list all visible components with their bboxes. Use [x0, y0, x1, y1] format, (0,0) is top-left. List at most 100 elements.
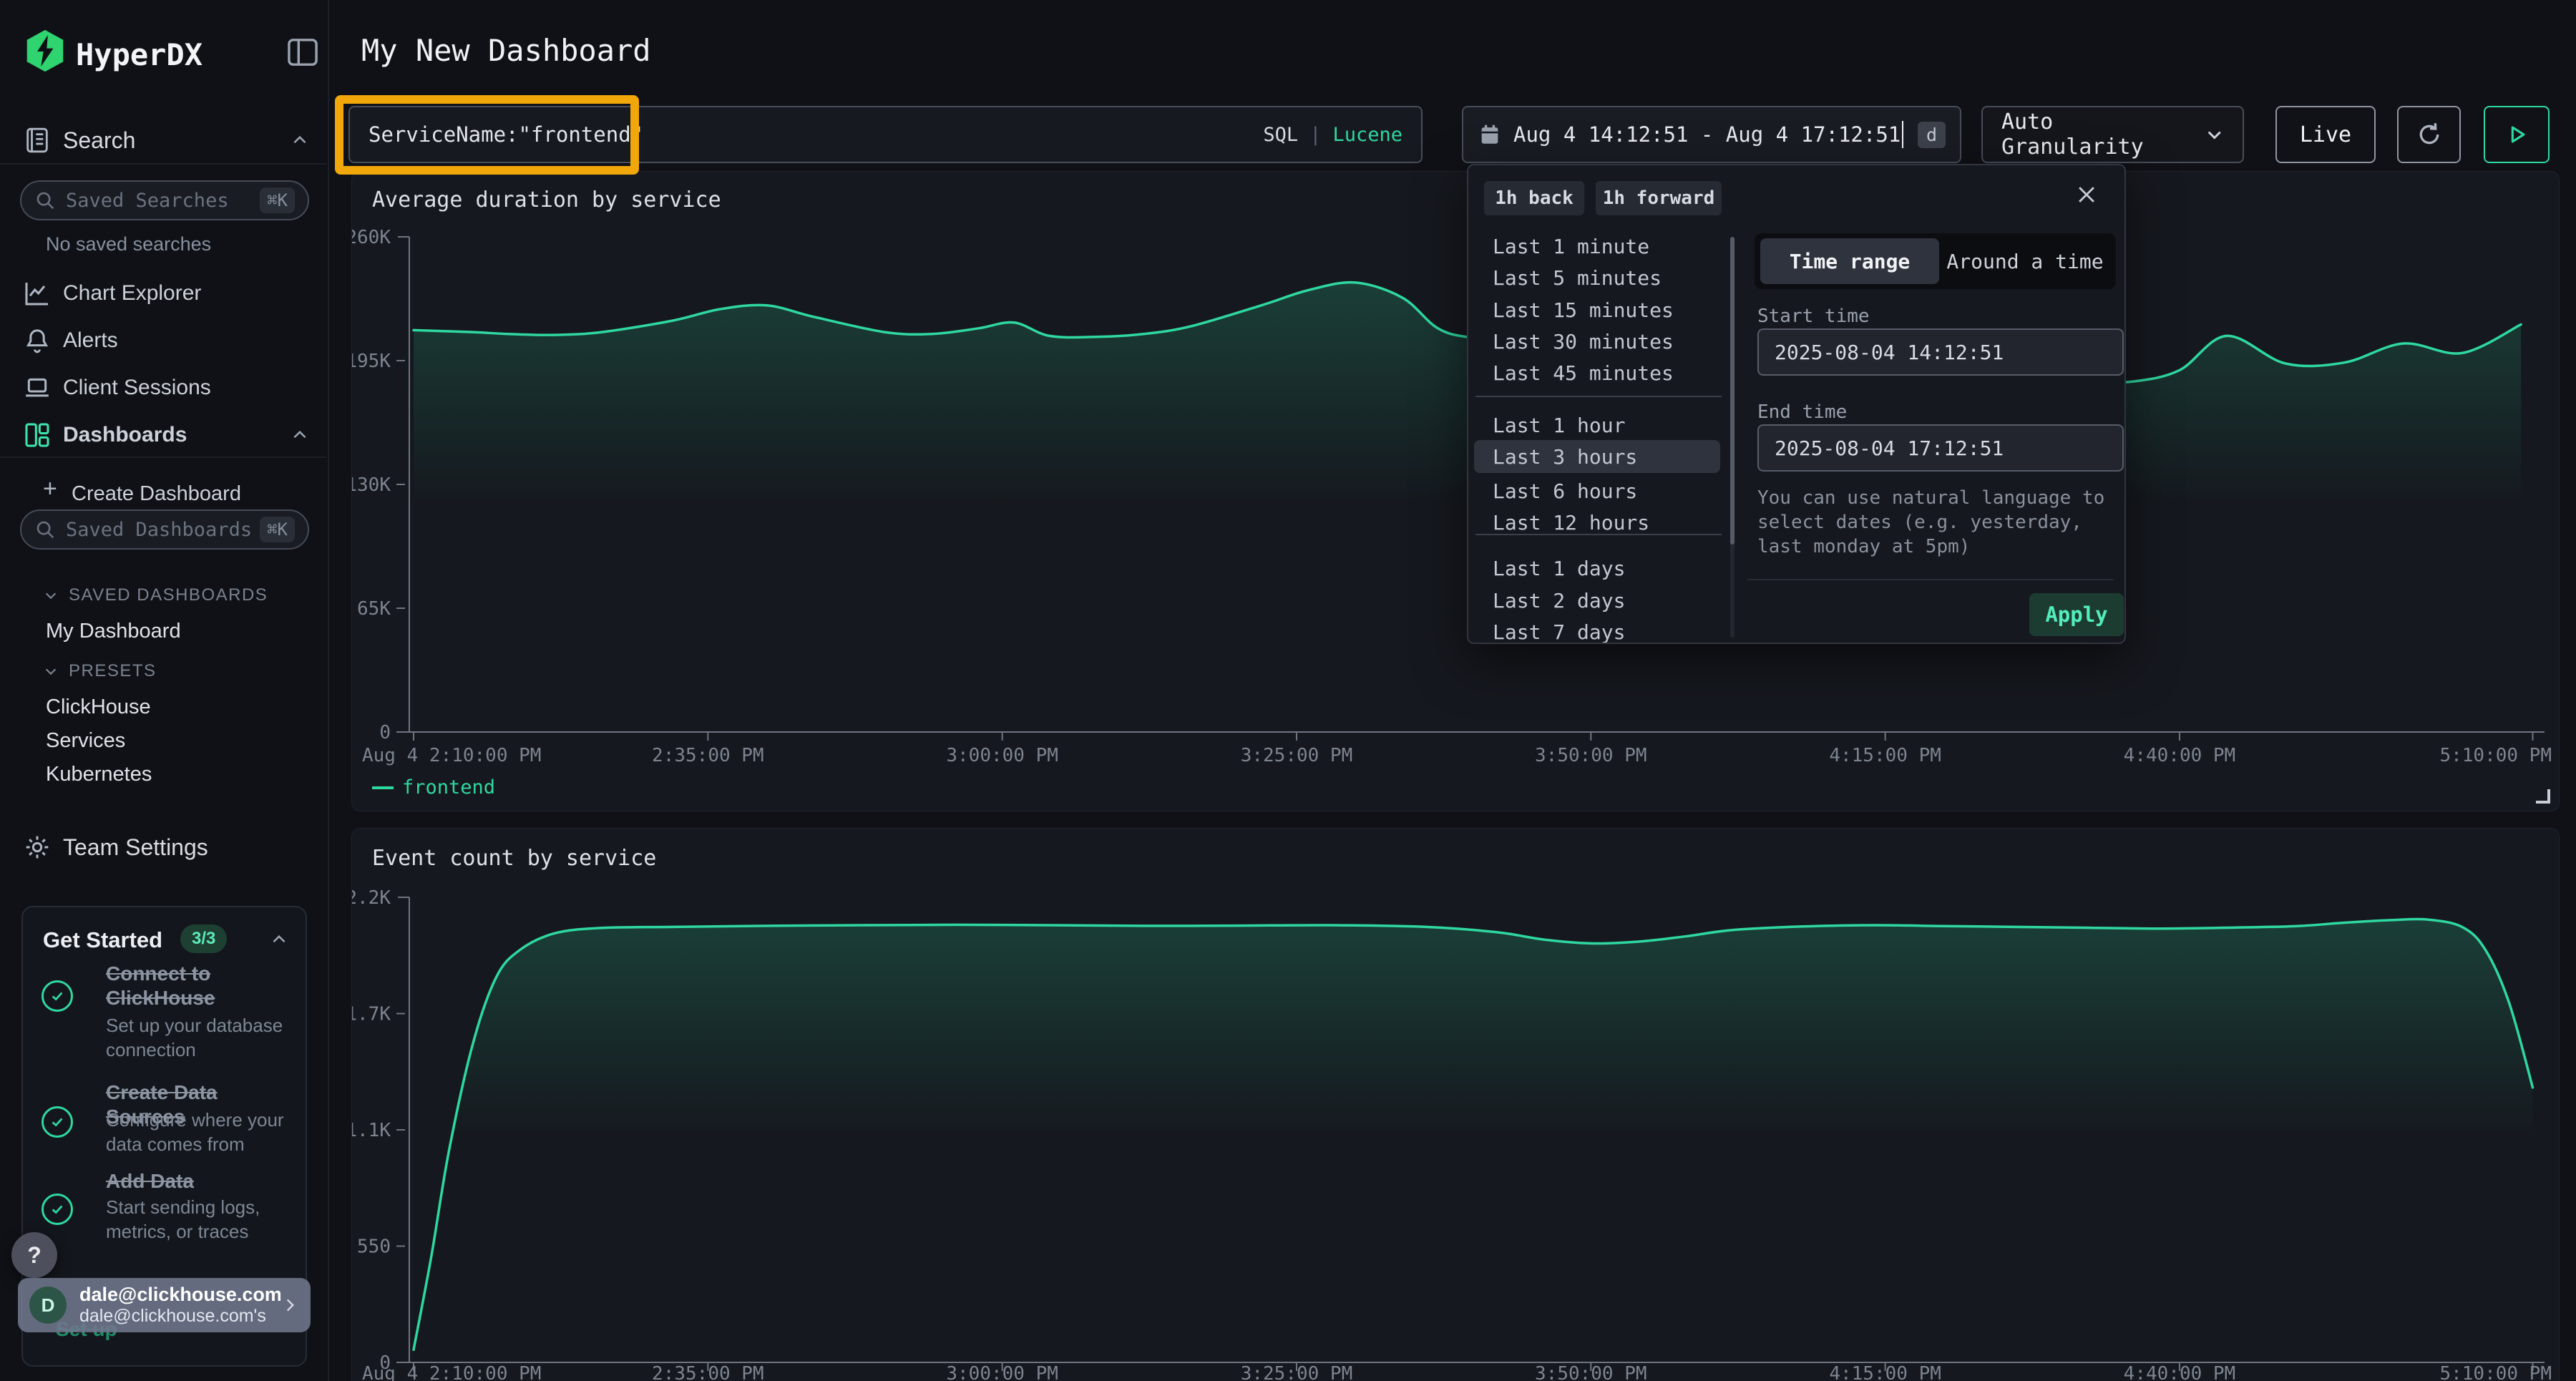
refresh-button[interactable] — [2397, 106, 2461, 163]
divider — [0, 457, 326, 458]
user-subtitle: dale@clickhouse.com's — [79, 1306, 280, 1327]
live-button[interactable]: Live — [2275, 106, 2376, 163]
sidebar-item-label: Chart Explorer — [63, 281, 201, 306]
svg-text:4:40:00 PM: 4:40:00 PM — [2124, 1363, 2236, 1381]
time-preset-item[interactable]: Last 15 minutes — [1474, 293, 1720, 326]
sidebar-item-client-sessions[interactable]: Client Sessions — [0, 368, 328, 408]
time-range-input[interactable]: Aug 4 14:12:51 - Aug 4 17:12:51 d — [1462, 106, 1961, 163]
svg-text:1.1K: 1.1K — [352, 1120, 391, 1141]
svg-text:130K: 130K — [352, 474, 391, 496]
shortcut-badge: d — [1918, 122, 1946, 148]
svg-text:3:25:00 PM: 3:25:00 PM — [1241, 1363, 1353, 1381]
chevron-up-icon[interactable] — [270, 930, 288, 949]
tab-around-a-time[interactable]: Around a time — [1939, 238, 2111, 284]
sidebar-item-services[interactable]: Services — [46, 729, 125, 753]
divider — [1475, 534, 1722, 535]
time-preset-item[interactable]: Last 5 minutes — [1474, 261, 1720, 294]
tab-time-range[interactable]: Time range — [1760, 238, 1939, 284]
saved-dashboards-section-header[interactable]: SAVED DASHBOARDS — [43, 585, 268, 605]
line-chart[interactable]: 065K130K195K260KAug 4 2:10:00 PM2:35:00 … — [352, 172, 2560, 812]
svg-text:4:15:00 PM: 4:15:00 PM — [1829, 745, 1941, 766]
sidebar-item-team-settings[interactable]: Team Settings — [0, 827, 328, 867]
help-button[interactable]: ? — [11, 1232, 57, 1278]
sidebar-item-clickhouse[interactable]: ClickHouse — [46, 696, 151, 719]
time-preset-item-selected[interactable]: Last 3 hours — [1474, 440, 1720, 473]
chevron-down-icon — [2205, 125, 2224, 145]
apply-button[interactable]: Apply — [2029, 593, 2124, 636]
end-time-input[interactable]: 2025-08-04 17:12:51 — [1757, 424, 2124, 472]
section-header-label: PRESETS — [69, 661, 157, 681]
natural-language-hint: You can use natural language to select d… — [1757, 486, 2124, 559]
chevron-down-icon — [43, 587, 59, 603]
shortcut-badge: ⌘K — [260, 517, 295, 542]
avatar: D — [29, 1287, 67, 1324]
svg-text:2:35:00 PM: 2:35:00 PM — [652, 1363, 764, 1381]
check-circle-icon — [42, 1106, 73, 1138]
time-mode-tabs: Time range Around a time — [1755, 233, 2116, 289]
sidebar-item-kubernetes[interactable]: Kubernetes — [46, 763, 152, 786]
presets-section-header[interactable]: PRESETS — [43, 661, 157, 681]
brand-name: HyperDX — [76, 37, 203, 72]
team-settings-label: Team Settings — [63, 834, 208, 861]
svg-text:260K: 260K — [352, 227, 391, 248]
svg-text:0: 0 — [379, 722, 391, 743]
shortcut-badge: ⌘K — [260, 187, 295, 213]
checklist-item-title[interactable]: Connect to ClickHouse — [106, 962, 270, 1010]
svg-text:1.7K: 1.7K — [352, 1004, 391, 1025]
page-title: My New Dashboard — [361, 33, 651, 68]
run-query-button[interactable] — [2484, 106, 2550, 163]
close-icon[interactable] — [2074, 182, 2099, 207]
search-icon — [34, 190, 56, 211]
end-time-label: End time — [1757, 401, 1847, 423]
sidebar-item-dashboards[interactable]: Dashboards — [0, 415, 328, 455]
start-time-label: Start time — [1757, 306, 1870, 327]
filter-query-input[interactable]: ServiceName:"frontend" SQL | Lucene — [348, 106, 1423, 163]
section-header-label: SAVED DASHBOARDS — [69, 585, 268, 605]
start-time-input[interactable]: 2025-08-04 14:12:51 — [1757, 328, 2124, 376]
svg-text:65K: 65K — [357, 598, 391, 620]
user-account-chip[interactable]: D dale@clickhouse.com dale@clickhouse.co… — [18, 1278, 311, 1332]
scrollbar-thumb[interactable] — [1730, 237, 1735, 545]
sidebar-item-chart-explorer[interactable]: Chart Explorer — [0, 273, 328, 313]
granularity-select[interactable]: Auto Granularity — [1981, 106, 2244, 163]
line-chart[interactable]: 05501.1K1.7K2.2KAug 4 2:10:00 PM2:35:00 … — [352, 829, 2560, 1381]
sidebar-item-alerts[interactable]: Alerts — [0, 321, 328, 361]
play-icon — [2504, 122, 2529, 147]
mode-sql-toggle[interactable]: SQL — [1263, 124, 1298, 146]
chevron-up-icon — [291, 426, 309, 444]
shift-back-button[interactable]: 1h back — [1484, 181, 1584, 215]
chart-legend[interactable]: frontend — [372, 776, 495, 799]
chevron-up-icon — [291, 131, 309, 150]
saved-searches-input[interactable]: Saved Searches ⌘K — [20, 180, 309, 220]
svg-text:5:10:00 PM: 5:10:00 PM — [2439, 745, 2552, 766]
time-preset-item[interactable]: Last 2 days — [1474, 584, 1720, 617]
resize-grip-icon[interactable] — [2536, 789, 2550, 804]
saved-dashboards-input[interactable]: Saved Dashboards ⌘K — [20, 509, 309, 550]
sidebar-item-create-dashboard[interactable]: + Create Dashboard — [0, 474, 328, 514]
laptop-icon — [23, 374, 52, 402]
time-range-value: Aug 4 14:12:51 - Aug 4 17:12:51 — [1513, 122, 1901, 147]
svg-text:4:40:00 PM: 4:40:00 PM — [2124, 745, 2236, 766]
time-preset-item[interactable]: Last 45 minutes — [1474, 356, 1720, 389]
chevron-down-icon — [43, 663, 59, 679]
legend-swatch — [372, 786, 394, 789]
time-preset-item[interactable]: Last 30 minutes — [1474, 325, 1720, 358]
sidebar-item-my-dashboard[interactable]: My Dashboard — [46, 620, 181, 643]
refresh-icon — [2415, 120, 2444, 149]
chart-card-avg-duration: Average duration by service 065K130K195K… — [351, 171, 2560, 811]
checklist-item-title[interactable]: Add Data — [106, 1169, 292, 1194]
sidebar-collapse-icon[interactable] — [286, 37, 319, 67]
svg-text:3:50:00 PM: 3:50:00 PM — [1535, 745, 1647, 766]
time-preset-item[interactable]: Last 6 hours — [1474, 474, 1720, 507]
time-preset-item[interactable]: Last 7 days — [1474, 615, 1720, 644]
user-email: dale@clickhouse.com — [79, 1284, 280, 1306]
time-preset-item[interactable]: Last 1 hour — [1474, 409, 1720, 441]
sidebar-item-label: Alerts — [63, 328, 118, 353]
time-preset-item[interactable]: Last 1 minute — [1474, 230, 1720, 263]
journal-icon — [23, 126, 52, 155]
time-preset-item[interactable]: Last 1 days — [1474, 552, 1720, 585]
svg-text:550: 550 — [357, 1236, 391, 1258]
sidebar-group-search[interactable]: Search — [0, 120, 328, 160]
shift-forward-button[interactable]: 1h forward — [1596, 181, 1722, 215]
mode-lucene-toggle[interactable]: Lucene — [1332, 124, 1402, 146]
